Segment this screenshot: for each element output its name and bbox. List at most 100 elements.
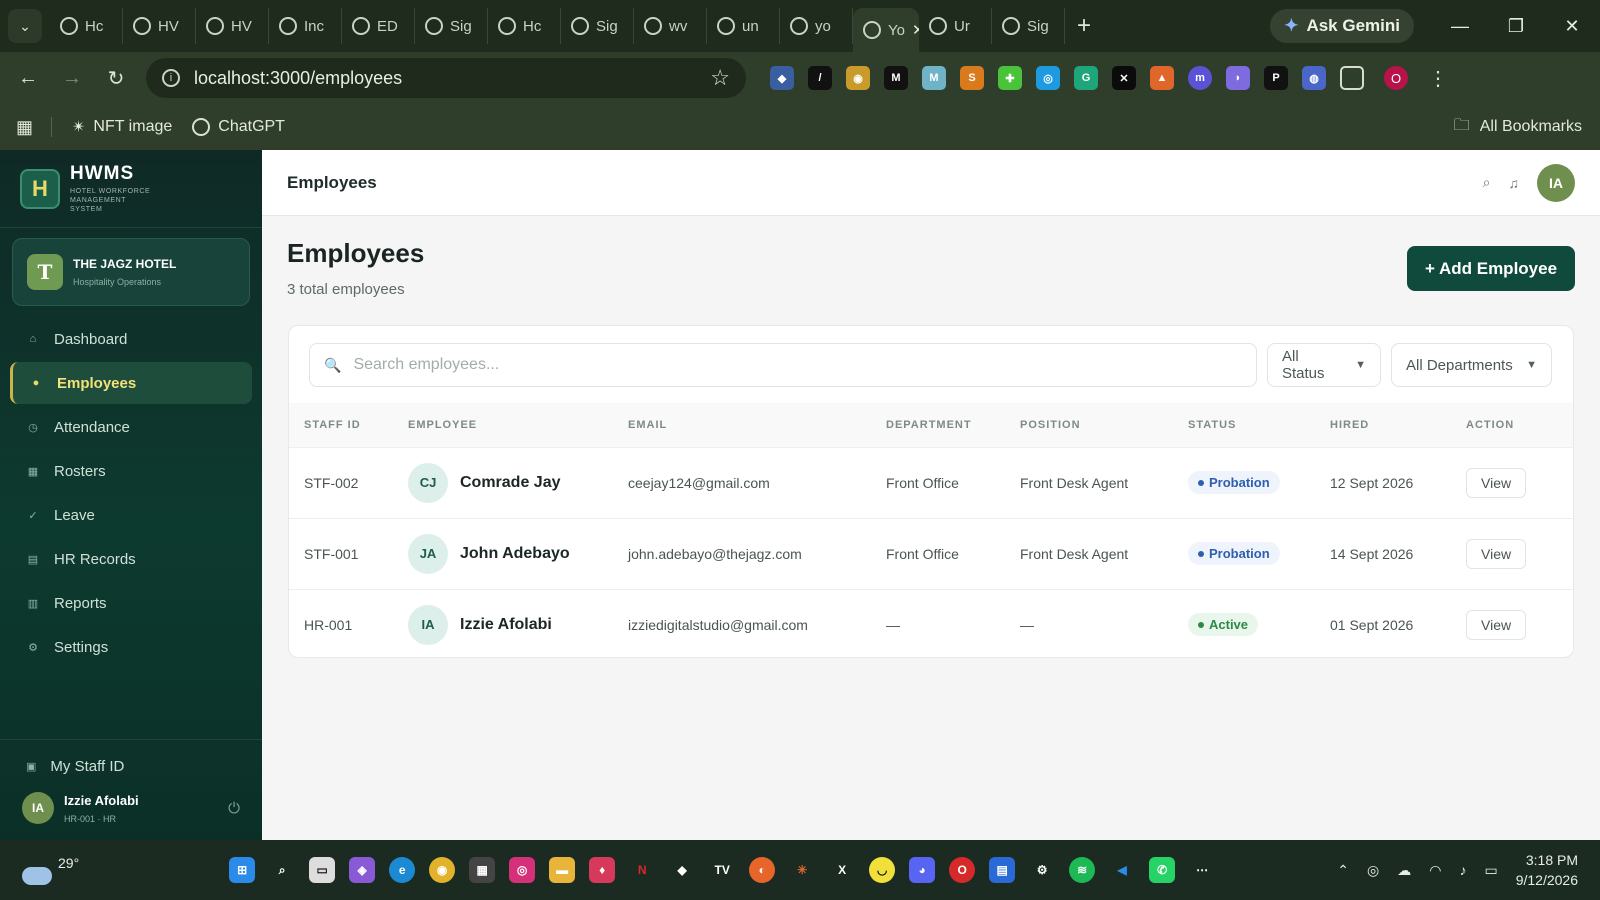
- wifi-icon[interactable]: ◠: [1429, 862, 1441, 879]
- extensions-puzzle-icon[interactable]: [1340, 66, 1364, 90]
- power-icon[interactable]: ⏻: [228, 800, 240, 817]
- browser-tab[interactable]: Hc: [488, 8, 561, 44]
- tradingview-icon[interactable]: TV: [709, 857, 735, 883]
- sidebar-item-rosters[interactable]: ▦ Rosters: [10, 450, 252, 492]
- browser-tab[interactable]: HV: [123, 8, 196, 44]
- chrome-icon[interactable]: ◉: [429, 857, 456, 883]
- extension-icon[interactable]: ◆: [770, 66, 794, 90]
- store-icon[interactable]: ▦: [469, 857, 496, 883]
- sidebar-item-employees[interactable]: ● Employees: [10, 362, 252, 404]
- extension-icon[interactable]: M: [884, 66, 908, 90]
- snapchat-icon[interactable]: ◡: [869, 857, 896, 883]
- back-button[interactable]: ←: [6, 67, 50, 90]
- profile-avatar[interactable]: O: [1384, 66, 1408, 90]
- browser-tab[interactable]: Ur: [919, 8, 992, 44]
- copilot-icon[interactable]: ◈: [349, 857, 376, 883]
- app-icon[interactable]: ◆: [669, 857, 695, 883]
- browser-tab[interactable]: un: [707, 8, 780, 44]
- restore-button[interactable]: ❐: [1488, 16, 1544, 37]
- task-view-icon[interactable]: ▭: [309, 857, 336, 883]
- opera-icon[interactable]: O: [949, 857, 976, 883]
- vscode-icon[interactable]: ◀: [1109, 857, 1135, 883]
- department-filter-select[interactable]: All Departments ▼: [1391, 343, 1552, 387]
- avatar[interactable]: IA: [1537, 163, 1575, 202]
- extension-icon[interactable]: G: [1074, 66, 1098, 90]
- status-filter-select[interactable]: All Status ▼: [1267, 343, 1381, 387]
- extension-icon[interactable]: ◗: [1226, 66, 1250, 90]
- new-tab-button[interactable]: +: [1077, 12, 1091, 40]
- view-button[interactable]: View: [1466, 467, 1527, 498]
- address-bar[interactable]: i localhost:3000/employees ☆: [146, 58, 746, 98]
- browser-tab[interactable]: Hc: [50, 8, 123, 44]
- firefox-icon[interactable]: ◐: [749, 857, 776, 883]
- claude-icon[interactable]: ✳: [789, 857, 815, 883]
- bookmark-star-icon[interactable]: ☆: [710, 65, 730, 91]
- my-staff-id-link[interactable]: ▣ My Staff ID: [0, 746, 262, 786]
- extension-icon[interactable]: S: [960, 66, 984, 90]
- app-icon[interactable]: ▤: [989, 857, 1016, 883]
- extension-icon[interactable]: ▲: [1150, 66, 1174, 90]
- ask-gemini-button[interactable]: ✦ Ask Gemini: [1270, 9, 1414, 43]
- browser-menu-icon[interactable]: ⋮: [1416, 66, 1460, 91]
- clock[interactable]: 3:18 PM 9/12/2026: [1516, 850, 1578, 890]
- extension-icon[interactable]: P: [1264, 66, 1288, 90]
- sidebar-item-hr-records[interactable]: ▤ HR Records: [10, 538, 252, 580]
- app-tray-icon[interactable]: ◎: [1367, 862, 1379, 879]
- tab-search-dropdown[interactable]: ⌄: [8, 9, 42, 43]
- hotel-switcher-card[interactable]: T THE JAGZ HOTEL Hospitality Operations: [12, 238, 250, 306]
- extension-icon[interactable]: ◎: [1036, 66, 1060, 90]
- browser-tab[interactable]: Yo ✕: [853, 8, 919, 52]
- sidebar-item-reports[interactable]: ▥ Reports: [10, 582, 252, 624]
- edge-icon[interactable]: e: [389, 857, 416, 883]
- netflix-icon[interactable]: N: [629, 857, 655, 883]
- sidebar-item-dashboard[interactable]: ⌂ Dashboard: [10, 318, 252, 360]
- browser-tab[interactable]: ED: [342, 8, 415, 44]
- extension-icon[interactable]: ✕: [1112, 66, 1136, 90]
- onedrive-icon[interactable]: ☁: [1397, 862, 1411, 879]
- search-icon[interactable]: ⌕: [1483, 174, 1491, 191]
- search-input[interactable]: [353, 356, 1234, 374]
- windows-start-icon[interactable]: ⊞: [229, 857, 256, 883]
- sidebar-item-attendance[interactable]: ◷ Attendance: [10, 406, 252, 448]
- apps-grid-icon[interactable]: ▦: [16, 117, 33, 138]
- battery-icon[interactable]: ▭: [1484, 862, 1497, 879]
- extension-icon[interactable]: M: [922, 66, 946, 90]
- extension-icon[interactable]: m: [1188, 66, 1212, 90]
- browser-tab[interactable]: yo: [780, 8, 853, 44]
- spotify-icon[interactable]: ≋: [1069, 857, 1096, 883]
- extension-icon[interactable]: ◉: [846, 66, 870, 90]
- browser-tab[interactable]: Sig: [992, 8, 1065, 44]
- x-icon[interactable]: X: [829, 857, 855, 883]
- minimize-button[interactable]: —: [1432, 16, 1488, 37]
- game-icon[interactable]: ♦: [589, 857, 616, 883]
- extension-icon[interactable]: /: [808, 66, 832, 90]
- close-icon[interactable]: ✕: [912, 21, 919, 39]
- view-button[interactable]: View: [1466, 609, 1527, 640]
- file-explorer-icon[interactable]: ▬: [549, 857, 576, 883]
- browser-tab[interactable]: Inc: [269, 8, 342, 44]
- reload-button[interactable]: ↻: [94, 66, 138, 91]
- search-icon[interactable]: ⌕: [269, 857, 295, 883]
- bookmark-nft-image[interactable]: ✴ NFT image: [72, 117, 172, 137]
- view-button[interactable]: View: [1466, 538, 1527, 569]
- whatsapp-icon[interactable]: ✆: [1149, 857, 1176, 883]
- bell-icon[interactable]: ♫: [1509, 175, 1520, 191]
- bookmark-chatgpt[interactable]: ChatGPT: [192, 118, 285, 136]
- site-info-icon[interactable]: i: [162, 69, 180, 87]
- sidebar-item-leave[interactable]: ✓ Leave: [10, 494, 252, 536]
- all-bookmarks-button[interactable]: 🗀 All Bookmarks: [1454, 114, 1582, 141]
- extension-icon[interactable]: ◍: [1302, 66, 1326, 90]
- browser-tab[interactable]: Sig: [561, 8, 634, 44]
- chevron-up-icon[interactable]: ⌃: [1337, 862, 1349, 879]
- weather-widget[interactable]: 29°: [22, 855, 79, 885]
- extension-icon[interactable]: ✚: [998, 66, 1022, 90]
- settings-gear-icon[interactable]: ⚙: [1029, 857, 1055, 883]
- close-window-button[interactable]: ✕: [1544, 16, 1600, 37]
- browser-tab[interactable]: wv: [634, 8, 707, 44]
- add-employee-button[interactable]: + Add Employee: [1407, 246, 1575, 291]
- volume-icon[interactable]: ♪: [1459, 862, 1466, 878]
- more-apps-icon[interactable]: ⋯: [1189, 857, 1215, 883]
- forward-button[interactable]: →: [50, 67, 94, 90]
- browser-tab[interactable]: HV: [196, 8, 269, 44]
- discord-icon[interactable]: ◕: [909, 857, 936, 883]
